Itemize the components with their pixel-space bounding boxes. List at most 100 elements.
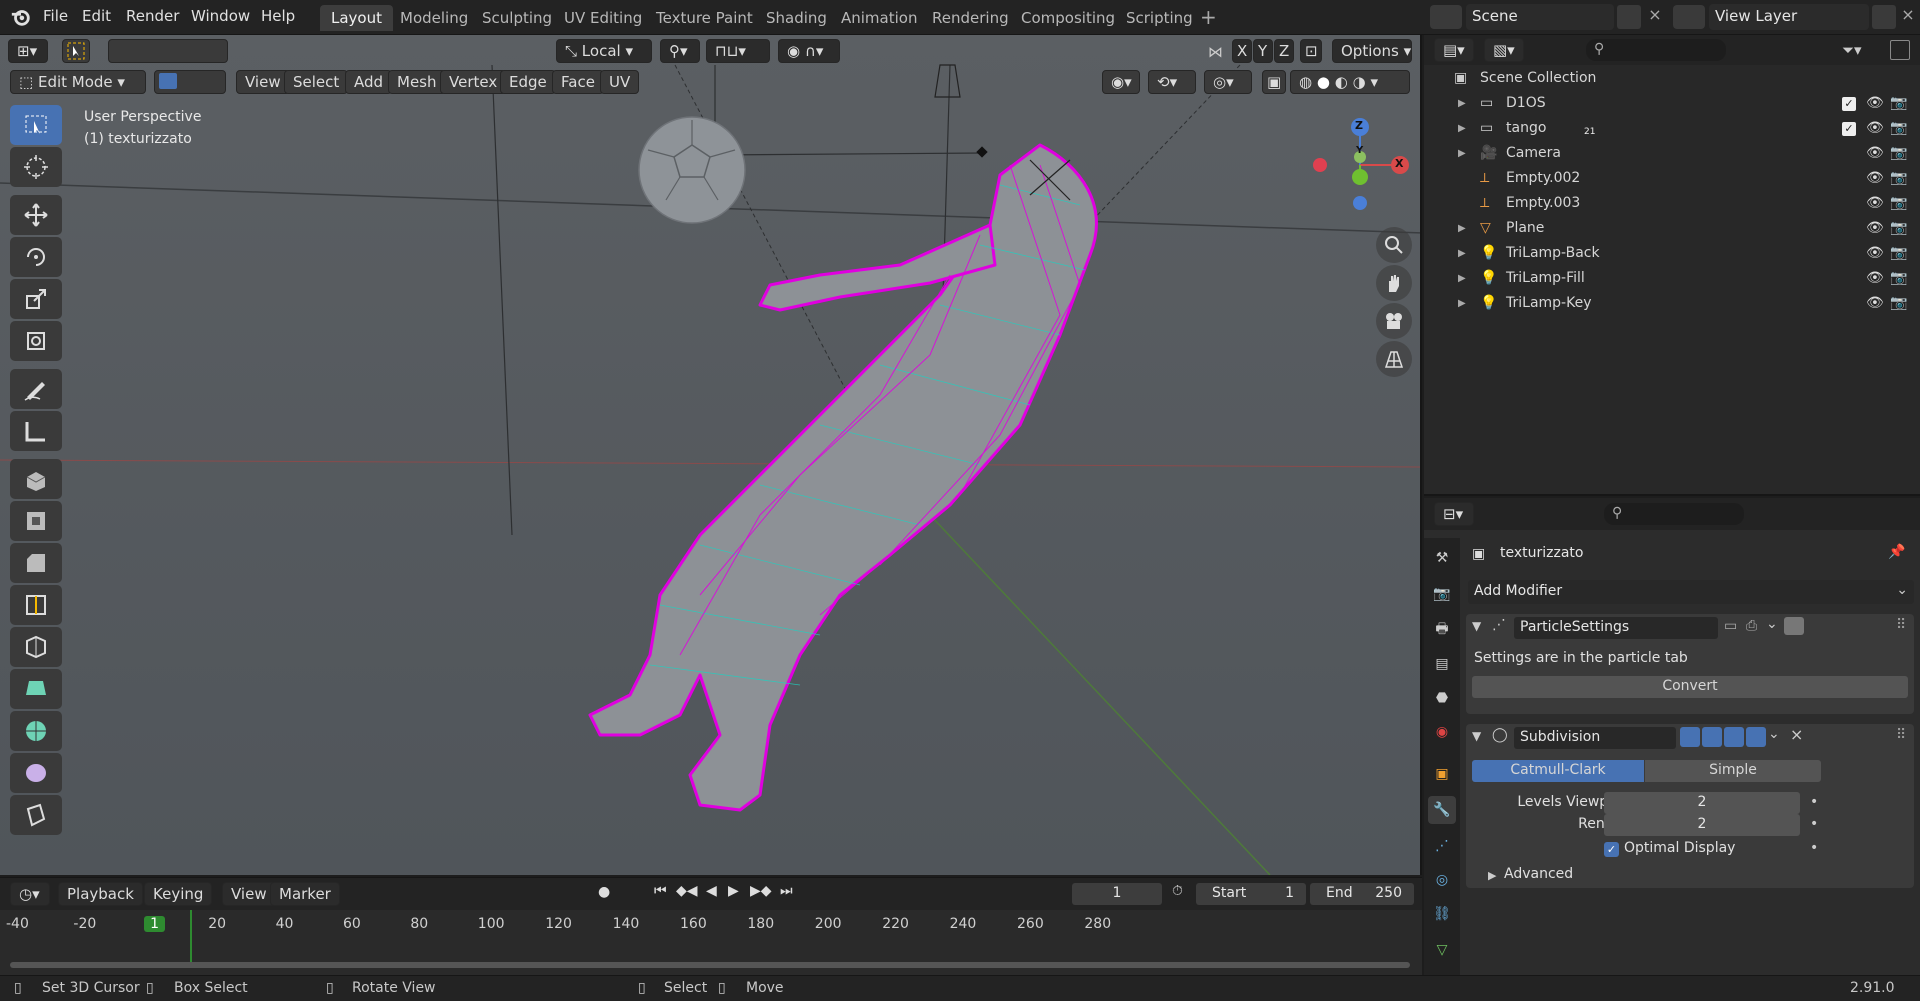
expand-arrow-icon[interactable]: ▶: [1488, 869, 1496, 882]
tool-loop-cut[interactable]: [10, 585, 62, 625]
tool-transform[interactable]: [10, 321, 62, 361]
exclude-checkbox[interactable]: ✓: [1842, 97, 1856, 111]
eye-icon[interactable]: 👁: [1866, 120, 1886, 138]
outliner-item[interactable]: ▶ ▭ tango ✓ 👁 📷 21: [1424, 117, 1920, 142]
animate-dot-icon[interactable]: •: [1810, 840, 1818, 856]
collapse-arrow-icon[interactable]: ▼: [1472, 619, 1481, 633]
mirror-icon[interactable]: ⋈: [1208, 43, 1228, 63]
close-icon[interactable]: ×: [1790, 725, 1803, 744]
view-layer-tab-icon[interactable]: ▤: [1428, 650, 1456, 678]
vertex-select-icon[interactable]: [159, 73, 177, 89]
eye-icon[interactable]: 👁: [1866, 295, 1886, 313]
outliner-item[interactable]: ⟂ Empty.003 👁 📷: [1424, 192, 1920, 217]
mirror-x-toggle[interactable]: X: [1232, 39, 1252, 63]
render-tab-icon[interactable]: 📷: [1428, 580, 1456, 608]
eye-icon[interactable]: 👁: [1866, 245, 1886, 263]
outliner-item[interactable]: ▶ 💡 TriLamp-Back 👁 📷: [1424, 242, 1920, 267]
object-tab-icon[interactable]: ▣: [1428, 760, 1456, 788]
menu-add[interactable]: Add: [345, 70, 393, 94]
expand-arrow-icon[interactable]: ▶: [1458, 148, 1478, 166]
mirror-z-toggle[interactable]: Z: [1274, 39, 1294, 63]
menu-select[interactable]: Select: [284, 70, 349, 94]
new-collection-icon[interactable]: [1890, 40, 1910, 60]
xray-toggle-icon[interactable]: ▣: [1262, 70, 1286, 94]
show-render-icon[interactable]: ⎙: [1746, 618, 1757, 634]
new-view-layer-icon[interactable]: [1872, 5, 1896, 29]
pin-icon[interactable]: 📌: [1888, 544, 1905, 560]
3d-viewport[interactable]: ⊞▾ ⤡ Local ▾ ⚲▾ ⊓⊔▾ ◉ ∩▾ ⋈ X Y Z ⊡ Optio…: [0, 35, 1422, 875]
menu-render[interactable]: Render: [126, 7, 179, 25]
menu-playback[interactable]: Playback: [58, 882, 143, 906]
outliner-item[interactable]: ▶ 💡 TriLamp-Fill 👁 📷: [1424, 267, 1920, 292]
play-icon[interactable]: ▶: [728, 883, 739, 899]
rendered-shading-icon[interactable]: ◑: [1353, 73, 1366, 91]
subdivision-name-field[interactable]: Subdivision: [1514, 727, 1676, 749]
menu-window[interactable]: Window: [191, 7, 250, 25]
delete-view-layer-icon[interactable]: ×: [1898, 5, 1918, 29]
menu-face[interactable]: Face: [552, 70, 604, 94]
tool-annotate[interactable]: [10, 369, 62, 409]
eye-icon[interactable]: 👁: [1866, 270, 1886, 288]
expand-arrow-icon[interactable]: ▶: [1458, 273, 1478, 291]
menu-file[interactable]: File: [43, 7, 68, 25]
scene-selector[interactable]: Scene: [1466, 4, 1614, 30]
constraints-tab-icon[interactable]: ⛓: [1428, 900, 1456, 928]
wireframe-shading-icon[interactable]: ◍: [1299, 73, 1312, 91]
modifier-tab-icon[interactable]: 🔧: [1428, 796, 1456, 824]
solid-shading-icon[interactable]: ●: [1317, 73, 1330, 91]
eye-icon[interactable]: 👁: [1866, 195, 1886, 213]
proportional-editing-icon[interactable]: ◉ ∩▾: [778, 39, 840, 63]
properties-search-field[interactable]: ⚲: [1604, 503, 1744, 525]
menu-edge[interactable]: Edge: [500, 70, 556, 94]
selection-mode-buttons[interactable]: [108, 39, 228, 63]
outliner-editor-type-icon[interactable]: ▤▾: [1434, 38, 1474, 62]
transform-orientation-dropdown[interactable]: ⤡ Local ▾: [556, 39, 652, 63]
expand-arrow-icon[interactable]: ▶: [1458, 98, 1478, 116]
render-camera-icon[interactable]: 📷: [1890, 170, 1910, 188]
render-camera-icon[interactable]: 📷: [1890, 270, 1910, 288]
exclude-checkbox[interactable]: ✓: [1842, 122, 1856, 136]
tab-rendering[interactable]: Rendering: [921, 5, 1020, 31]
current-frame-field[interactable]: 1: [1072, 883, 1162, 905]
render-camera-icon[interactable]: 📷: [1890, 220, 1910, 238]
pan-hand-icon[interactable]: [1376, 265, 1412, 301]
physics-tab-icon[interactable]: ◎: [1428, 866, 1456, 894]
menu-vertex[interactable]: Vertex: [440, 70, 507, 94]
gizmo-toggle-icon[interactable]: ⟲▾: [1148, 70, 1196, 94]
face-select-icon[interactable]: [205, 73, 223, 89]
auto-merge-icon[interactable]: ⊡: [1300, 39, 1322, 63]
render-camera-icon[interactable]: 📷: [1890, 245, 1910, 263]
auto-keying-icon[interactable]: ●: [598, 884, 610, 900]
eye-icon[interactable]: 👁: [1866, 170, 1886, 188]
eye-icon[interactable]: 👁: [1866, 220, 1886, 238]
select-mode-icon[interactable]: [62, 39, 90, 63]
zoom-icon[interactable]: [1376, 227, 1412, 263]
advanced-subpanel-label[interactable]: Advanced: [1504, 866, 1573, 882]
show-viewport-icon[interactable]: ▭: [1724, 618, 1737, 634]
catmull-clark-button[interactable]: Catmull-Clark: [1472, 760, 1644, 782]
tab-uv-editing[interactable]: UV Editing: [553, 5, 653, 31]
render-camera-icon[interactable]: 📷: [1890, 145, 1910, 163]
display-mode-icon[interactable]: ▧▾: [1484, 38, 1524, 62]
expand-arrow-icon[interactable]: ▶: [1458, 298, 1478, 316]
tool-measure[interactable]: [10, 411, 62, 451]
tab-texture-paint[interactable]: Texture Paint: [645, 5, 764, 31]
mesh-select-mode-buttons[interactable]: [154, 70, 226, 94]
properties-editor-type-icon[interactable]: ⊟▾: [1434, 502, 1474, 526]
render-camera-icon[interactable]: 📷: [1890, 120, 1910, 138]
tool-poly-build[interactable]: [10, 669, 62, 709]
tab-compositing[interactable]: Compositing: [1010, 5, 1126, 31]
outliner-item[interactable]: ▶ ▭ D1OS ✓ 👁 📷: [1424, 92, 1920, 117]
menu-keying[interactable]: Keying: [144, 882, 213, 906]
tool-move[interactable]: [10, 195, 62, 235]
tab-shading[interactable]: Shading: [755, 5, 838, 31]
tab-layout[interactable]: Layout: [320, 5, 393, 31]
jump-prev-keyframe-icon[interactable]: ◆◀: [676, 883, 698, 899]
tool-smooth[interactable]: [10, 753, 62, 793]
toggle-icon[interactable]: [1784, 617, 1804, 635]
timeline-scrollbar[interactable]: [10, 962, 1410, 968]
tab-modeling[interactable]: Modeling: [389, 5, 479, 31]
visibility-icon[interactable]: ◉▾: [1102, 70, 1140, 94]
tool-scale[interactable]: [10, 279, 62, 319]
chevron-down-icon[interactable]: ⌄: [1768, 726, 1780, 742]
